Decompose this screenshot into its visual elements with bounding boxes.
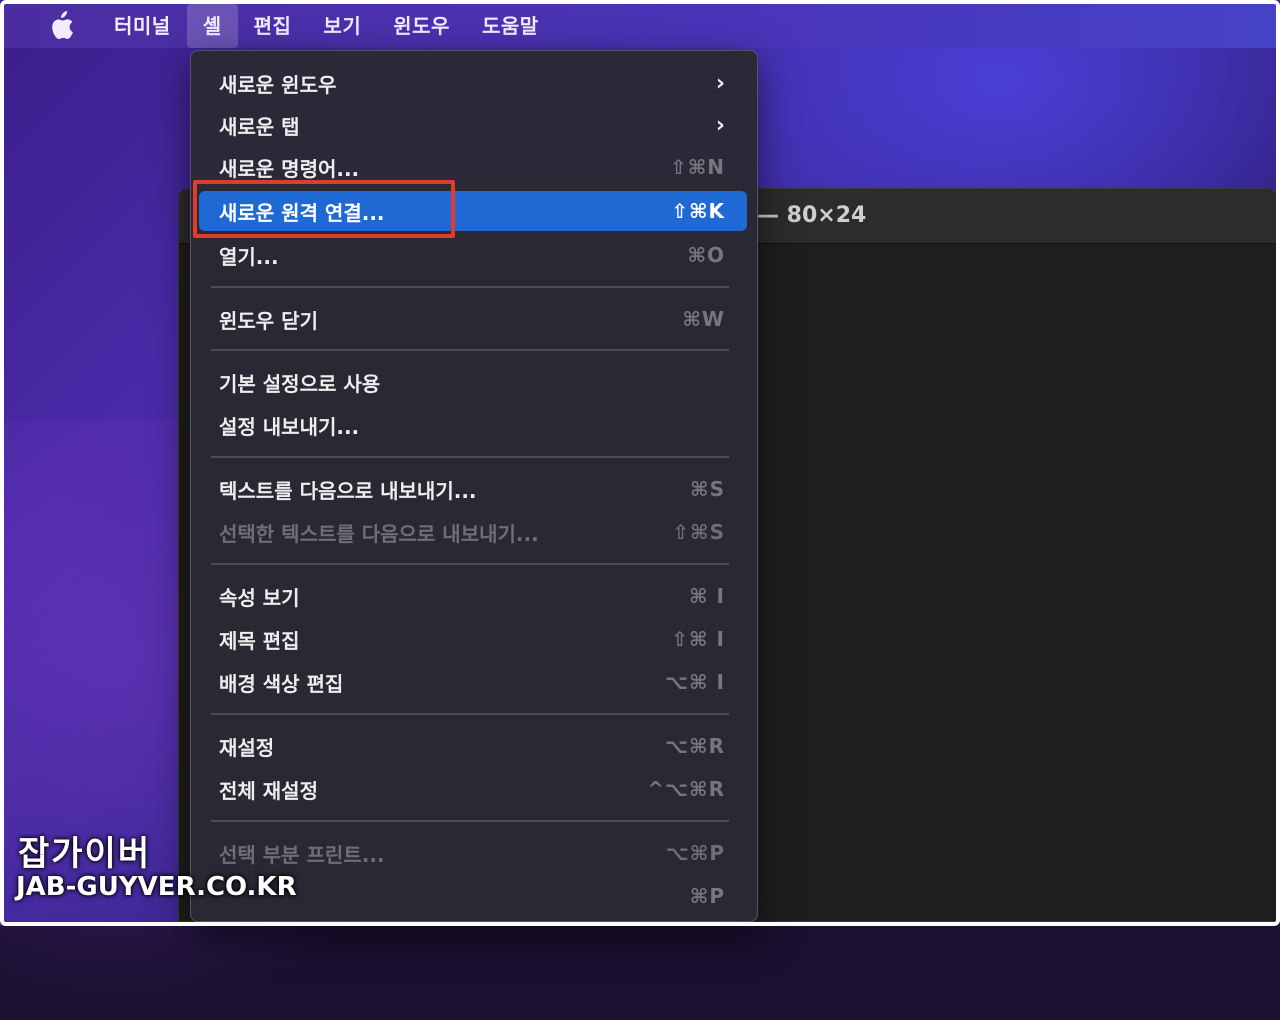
menu-item-use-as-default[interactable]: 기본 설정으로 사용 [199,362,747,402]
watermark-title: 잡가이버 [18,834,152,874]
menubar-item-terminal[interactable]: 터미널 [98,4,187,48]
menu-separator [211,286,729,288]
chevron-right-icon: › [715,70,725,96]
shortcut-label: ⌥⌘P [665,841,725,865]
menu-item-label: 재설정 [219,735,275,760]
menu-item-label: 선택 부분 프린트... [219,842,385,867]
menubar-item-view[interactable]: 보기 [307,4,377,48]
shortcut-label: ⇧⌘K [671,199,725,223]
shortcut-label: ⌥⌘R [664,734,725,758]
shortcut-label: ^⌥⌘R [647,777,725,801]
menu-item-reset[interactable]: 재설정 ⌥⌘R [199,726,747,766]
menu-item-show-inspector[interactable]: 속성 보기 ⌘ I [199,576,747,616]
menu-bar: 터미널 셸 편집 보기 윈도우 도움말 [4,4,1276,48]
menu-item-edit-background-color[interactable]: 배경 색상 편집 ⌥⌘ I [199,662,747,702]
terminal-title: — 80×24 [757,203,867,228]
menu-separator [211,456,729,458]
menu-item-export-text[interactable]: 텍스트를 다음으로 내보내기... ⌘S [199,469,747,509]
menu-separator [211,820,729,822]
menubar-item-edit[interactable]: 편집 [238,4,308,48]
menu-item-export-settings[interactable]: 설정 내보내기... [199,405,747,445]
watermark-url: JAB-GUYVER.CO.KR [16,872,297,902]
menu-item-label: 윈도우 닫기 [219,308,318,333]
shortcut-label: ⌘O [687,243,725,267]
menu-item-label: 설정 내보내기... [219,414,360,439]
menu-item-label: 열기... [219,244,279,269]
shortcut-label: ⌘ I [689,584,725,608]
shortcut-label: ⇧⌘S [672,520,725,544]
menu-item-print-selection[interactable]: 선택 부분 프린트... ⌥⌘P [199,833,747,873]
menu-separator [211,563,729,565]
menu-item-label: 기본 설정으로 사용 [219,371,381,396]
menu-item-label: 텍스트를 다음으로 내보내기... [219,478,477,503]
menu-separator [211,349,729,351]
shortcut-label: ⇧⌘ I [671,627,725,651]
shortcut-label: ⌘P [689,884,725,908]
menu-item-close-window[interactable]: 윈도우 닫기 ⌘W [199,299,747,339]
menubar-item-shell[interactable]: 셸 [186,4,238,48]
menu-item-label: 제목 편집 [219,628,300,653]
menu-separator [211,713,729,715]
menu-item-open[interactable]: 열기... ⌘O [199,235,747,275]
menu-item-label: 새로운 명령어... [219,156,360,181]
shortcut-label: ⇧⌘N [669,155,725,179]
menu-item-label: 전체 재설정 [219,778,318,803]
menu-item-label: 선택한 텍스트를 다음으로 내보내기... [219,521,539,546]
shortcut-label: ⌘W [682,307,725,331]
menubar-item-help[interactable]: 도움말 [466,4,555,48]
menu-item-label: 새로운 윈도우 [219,72,337,97]
shortcut-label: ⌥⌘ I [664,670,725,694]
menu-item-new-window[interactable]: 새로운 윈도우 › [199,63,747,103]
menu-item-edit-title[interactable]: 제목 편집 ⇧⌘ I [199,619,747,659]
menu-item-label: 속성 보기 [219,585,300,610]
menu-item-label: 배경 색상 편집 [219,671,344,696]
chevron-right-icon: › [715,112,725,138]
apple-icon[interactable] [46,11,76,41]
menu-item-label: 새로운 탭 [219,114,300,139]
menu-item-hard-reset[interactable]: 전체 재설정 ^⌥⌘R [199,769,747,809]
menu-item-export-selected-text[interactable]: 선택한 텍스트를 다음으로 내보내기... ⇧⌘S [199,512,747,552]
shortcut-label: ⌘S [690,477,725,501]
menubar-item-window[interactable]: 윈도우 [377,4,466,48]
annotation-highlight-box [193,180,455,238]
menu-item-new-tab[interactable]: 새로운 탭 › [199,105,747,145]
